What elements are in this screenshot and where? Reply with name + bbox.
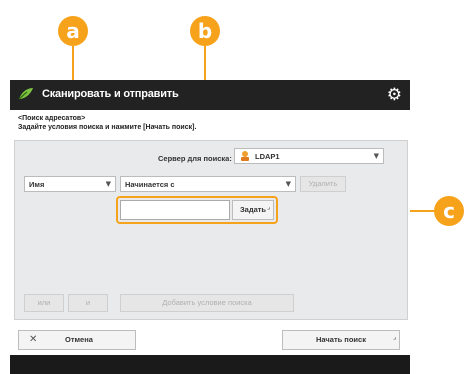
- start-search-label: Начать поиск: [316, 335, 366, 344]
- corner-mark-icon: ⌟: [393, 335, 396, 341]
- scan-send-icon: [18, 88, 33, 100]
- delete-button[interactable]: Удалить: [300, 176, 346, 192]
- server-select[interactable]: LDAP1 ▼: [234, 148, 384, 164]
- callout-a: a: [58, 16, 88, 46]
- chevron-down-icon: ▼: [105, 180, 111, 188]
- add-condition-button[interactable]: Добавить условие поиска: [120, 294, 294, 312]
- attribute-value: Имя: [29, 180, 45, 189]
- condition-value: Начинается с: [125, 180, 175, 189]
- search-form-area: [14, 140, 408, 320]
- server-label: Сервер для поиска:: [158, 154, 232, 163]
- set-button-label: Задать: [239, 205, 267, 214]
- condition-select[interactable]: Начинается с ▼: [120, 176, 296, 192]
- chevron-down-icon: ▼: [373, 152, 379, 160]
- status-bar: [10, 355, 410, 374]
- chevron-down-icon: ▼: [285, 180, 291, 188]
- corner-mark-icon: ⌟: [267, 205, 270, 211]
- instruction-line-2: Задайте условия поиска и нажмите [Начать…: [18, 124, 197, 131]
- search-text-field[interactable]: [120, 200, 230, 220]
- set-button[interactable]: Задать ⌟: [232, 200, 274, 220]
- window-title: Сканировать и отправить: [42, 88, 179, 100]
- cancel-button-label: Отмена: [65, 335, 93, 344]
- server-value: LDAP1: [255, 152, 280, 161]
- cancel-button[interactable]: ✕ Отмена: [18, 330, 136, 350]
- attribute-select[interactable]: Имя ▼: [24, 176, 116, 192]
- gear-icon[interactable]: ⚙: [387, 85, 402, 105]
- callout-b: b: [190, 16, 220, 46]
- and-button[interactable]: и: [68, 294, 108, 312]
- start-search-button[interactable]: Начать поиск ⌟: [282, 330, 400, 350]
- instruction-line-1: <Поиск адресатов>: [18, 115, 86, 122]
- title-bar: Сканировать и отправить ⚙: [10, 80, 410, 110]
- server-icon: [241, 151, 249, 161]
- or-button[interactable]: или: [24, 294, 64, 312]
- callout-c: c: [434, 196, 464, 226]
- close-icon: ✕: [29, 334, 38, 345]
